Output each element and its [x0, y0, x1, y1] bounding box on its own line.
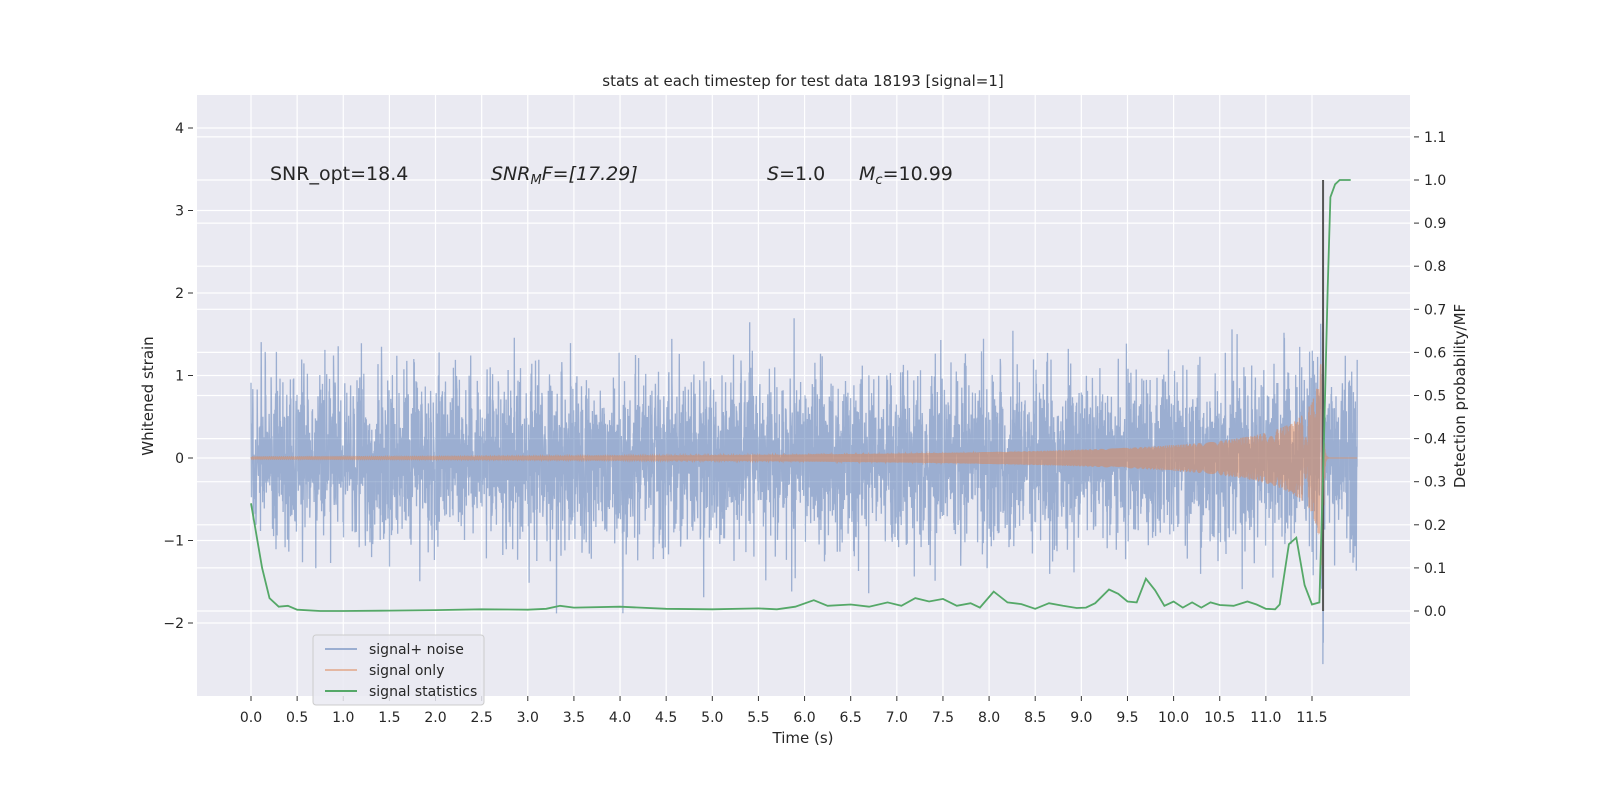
right-y-tick-label: 0.4	[1424, 432, 1446, 448]
x-tick-label: 3.5	[563, 710, 585, 726]
x-tick-label: 0.0	[240, 710, 262, 726]
x-tick-label: 4.0	[609, 710, 631, 726]
x-tick-label: 2.0	[424, 710, 446, 726]
annotation-snr-opt: SNR_opt=18.4	[270, 163, 408, 185]
x-tick-label: 10.0	[1158, 710, 1189, 726]
right-y-tick-label: 0.1	[1424, 561, 1446, 577]
x-tick-label: 8.0	[978, 710, 1000, 726]
left-y-tick-label: 4	[175, 121, 184, 137]
left-y-tick-label: 1	[175, 369, 184, 385]
right-y-axis-label: Detection probability/MF	[1451, 304, 1469, 488]
x-tick-label: 11.0	[1250, 710, 1281, 726]
x-tick-label: 8.5	[1024, 710, 1046, 726]
x-axis-label: Time (s)	[772, 729, 834, 747]
x-tick-label: 7.0	[886, 710, 908, 726]
right-y-axis-ticks: 1.1 1.0 0.9 0.8 0.7 0.6 0.5 0.4 0.3 0.2 0.1 0.0	[1414, 130, 1446, 620]
right-y-tick-label: 0.8	[1424, 259, 1446, 275]
right-y-tick-label: 0.7	[1424, 302, 1446, 318]
x-tick-label: 9.5	[1116, 710, 1138, 726]
chart: 0.0 0.5 1.0 1.5 2.0 2.5 3.0 3.5 4.0 4.5 5.0 5.5 6.0 6…	[139, 72, 1469, 747]
right-y-tick-label: 0.5	[1424, 389, 1446, 405]
x-tick-label: 2.5	[471, 710, 493, 726]
right-y-tick-label: 0.2	[1424, 518, 1446, 534]
left-y-tick-label: 3	[175, 204, 184, 220]
annotation-snr-mf: SNRMF=[17.29]	[491, 163, 638, 188]
legend-label-signal-only: signal only	[369, 663, 444, 679]
x-tick-label: 10.5	[1204, 710, 1235, 726]
x-tick-label: 5.5	[747, 710, 769, 726]
chart-title: stats at each timestep for test data 181…	[602, 72, 1003, 90]
left-y-tick-label: 0	[175, 451, 184, 467]
right-y-tick-label: 1.0	[1424, 173, 1446, 189]
x-tick-label: 1.5	[378, 710, 400, 726]
x-tick-label: 1.0	[332, 710, 354, 726]
x-tick-label: 11.5	[1296, 710, 1327, 726]
x-tick-label: 6.5	[840, 710, 862, 726]
left-y-axis-label: Whitened strain	[139, 336, 157, 455]
annotation-mc: Mc=10.99	[859, 163, 953, 188]
right-y-tick-label: 0.6	[1424, 345, 1446, 361]
legend-label-signal-noise: signal+ noise	[369, 642, 464, 658]
x-tick-label: 6.0	[793, 710, 815, 726]
legend-label-signal-statistics: signal statistics	[369, 684, 477, 700]
x-tick-label: 5.0	[701, 710, 723, 726]
x-tick-label: 9.0	[1070, 710, 1092, 726]
annotation-s: S=1.0	[767, 163, 825, 185]
x-tick-label: 3.0	[517, 710, 539, 726]
x-tick-label: 0.5	[286, 710, 308, 726]
left-y-tick-label: −2	[163, 616, 184, 632]
right-y-tick-label: 1.1	[1424, 130, 1446, 146]
right-y-tick-label: 0.3	[1424, 475, 1446, 491]
left-y-tick-label: −1	[163, 534, 184, 550]
right-y-tick-label: 0.9	[1424, 216, 1446, 232]
x-tick-label: 4.5	[655, 710, 677, 726]
left-y-tick-label: 2	[175, 286, 184, 302]
right-y-tick-label: 0.0	[1424, 604, 1446, 620]
left-y-axis-ticks: 4 3 2 1 0 −1 −2	[163, 121, 193, 632]
legend: signal+ noise signal only signal statist…	[312, 634, 485, 706]
x-tick-label: 7.5	[932, 710, 954, 726]
